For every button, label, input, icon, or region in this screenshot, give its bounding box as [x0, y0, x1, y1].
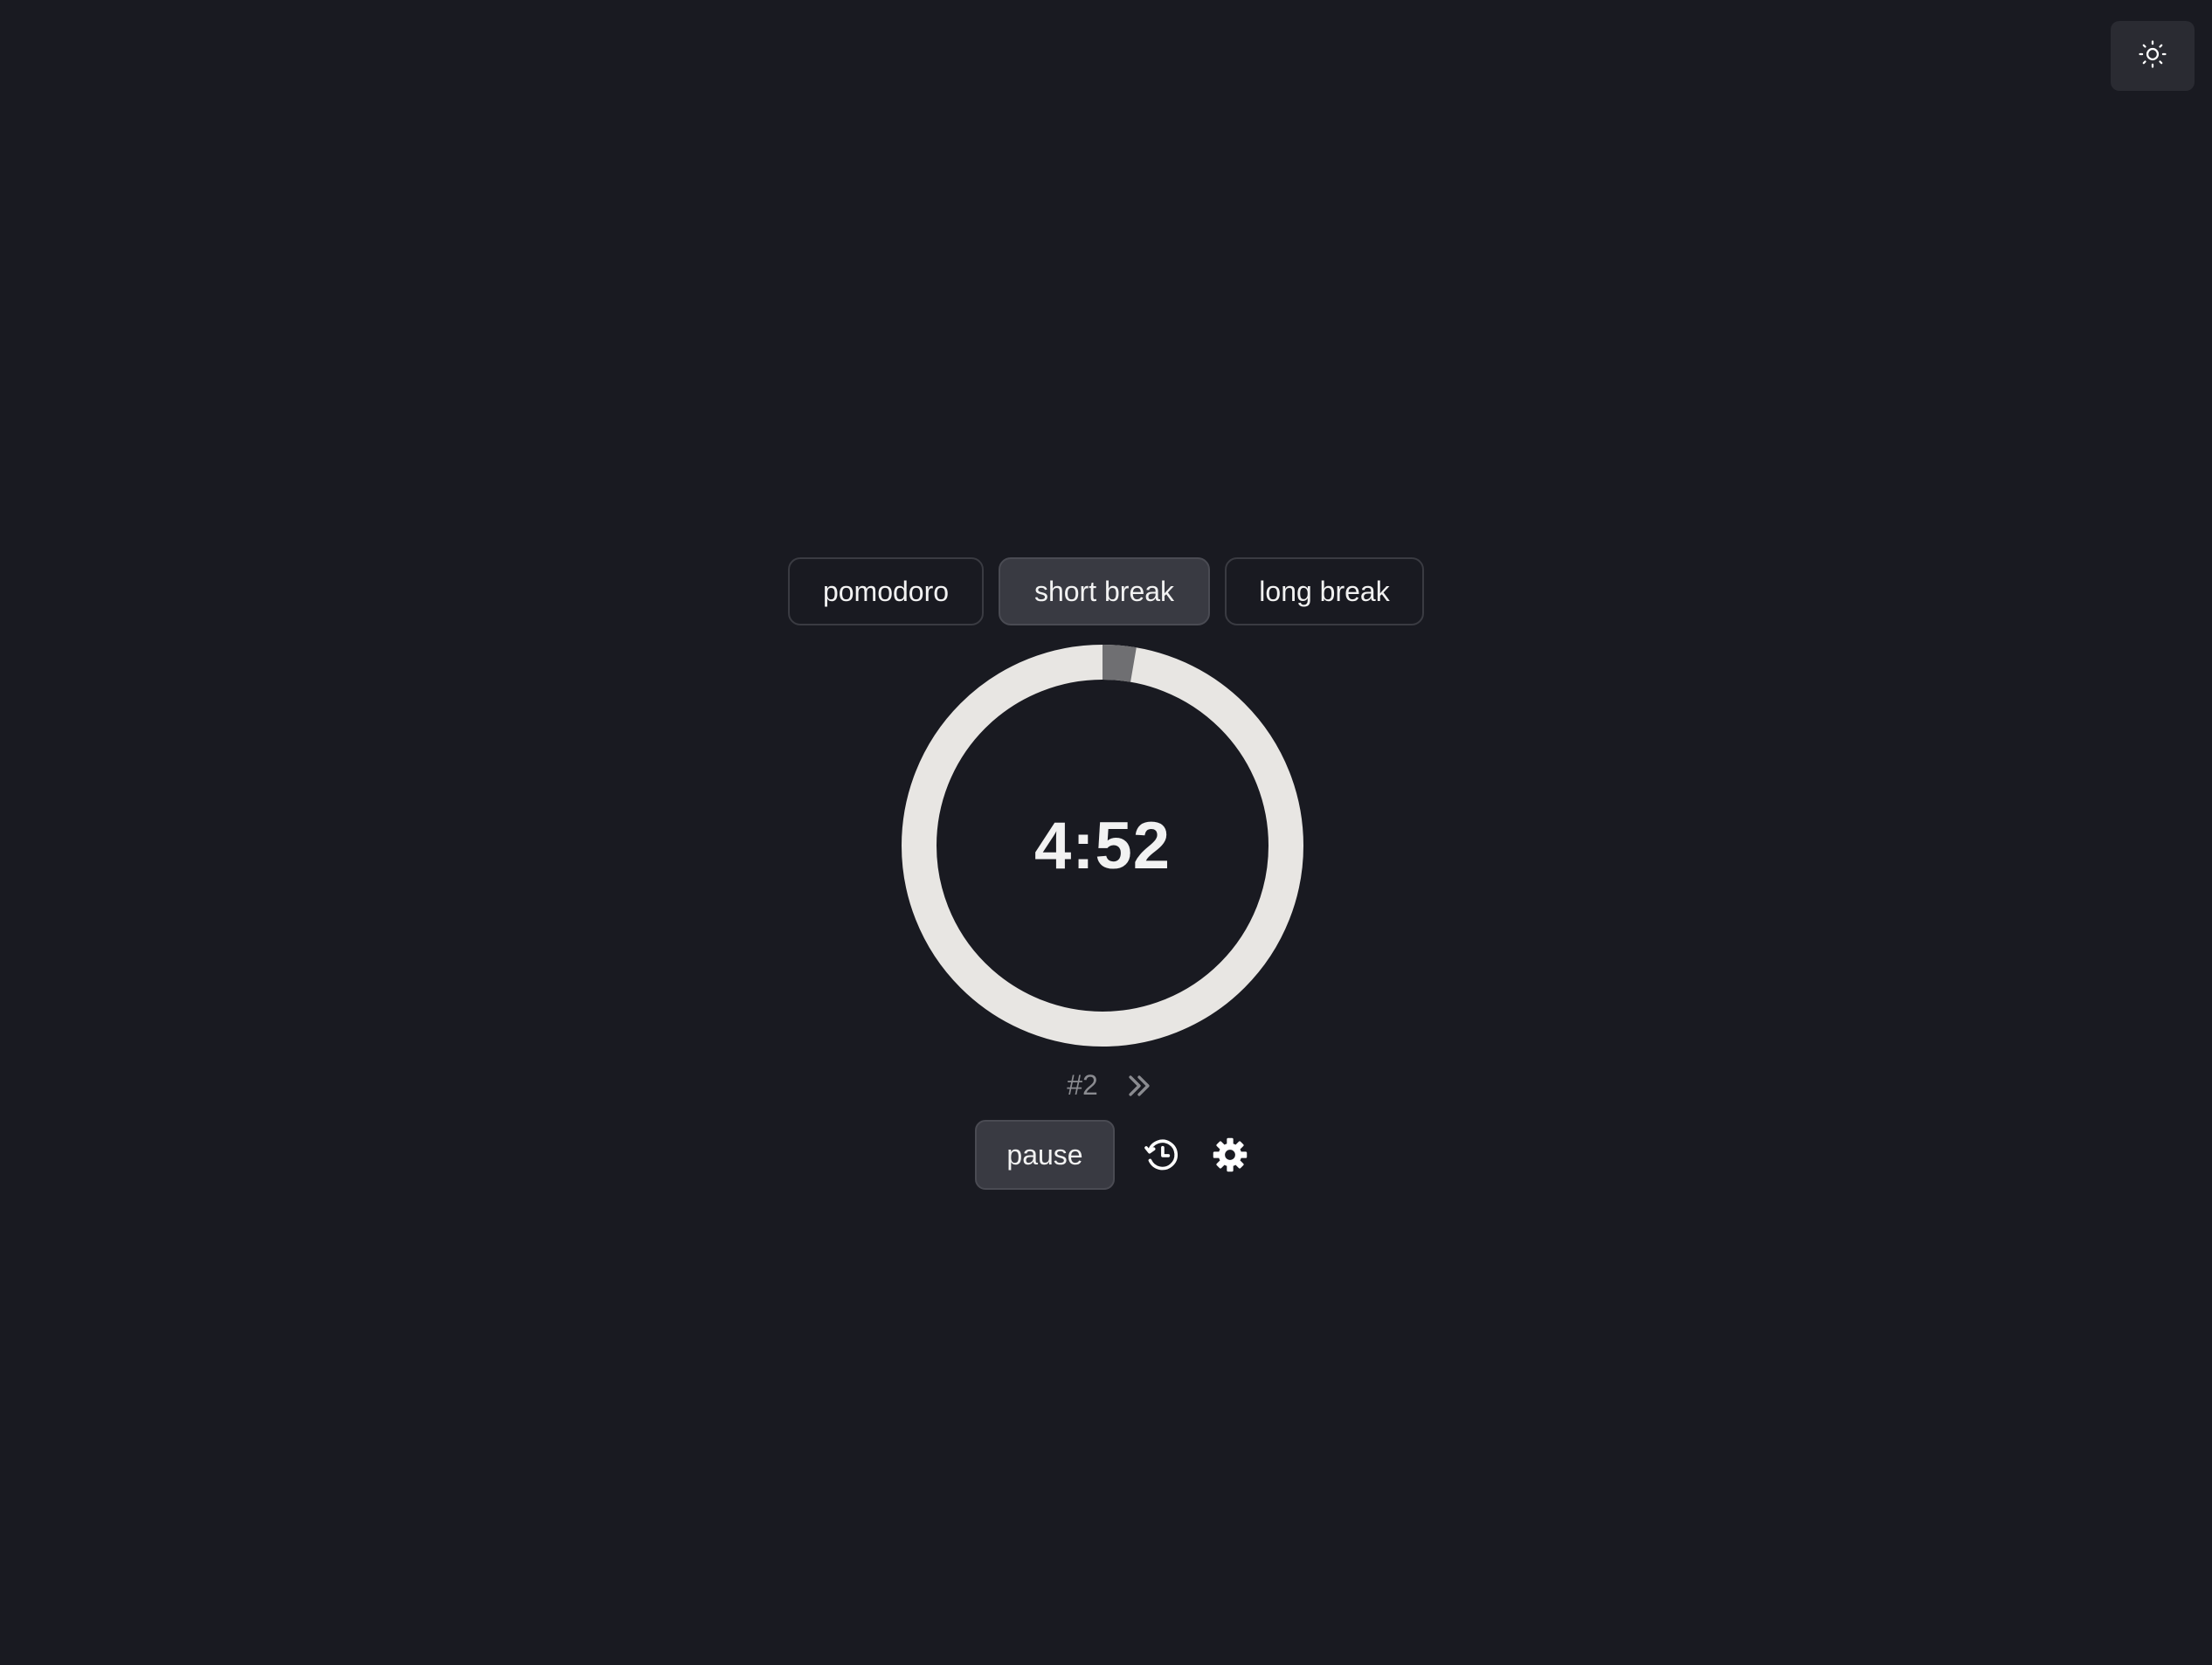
mode-tabs: pomodoro short break long break — [0, 557, 2212, 625]
session-count: #2 — [1067, 1069, 1098, 1101]
tab-short-break[interactable]: short break — [999, 557, 1210, 625]
timer-display: 4:52 — [1033, 808, 1172, 883]
pause-button[interactable]: pause — [975, 1120, 1115, 1190]
theme-toggle-button[interactable] — [2111, 21, 2195, 91]
sun-icon — [2138, 39, 2167, 73]
tab-pomodoro[interactable]: pomodoro — [788, 557, 984, 625]
tab-long-break[interactable]: long break — [1225, 557, 1424, 625]
controls: pause — [0, 1120, 2212, 1190]
history-icon[interactable] — [1141, 1134, 1183, 1176]
gear-icon[interactable] — [1209, 1134, 1251, 1176]
timer-ring: 4:52 — [902, 645, 1303, 1047]
session-row: #2 — [0, 1069, 2212, 1102]
double-chevron-right-icon[interactable] — [1124, 1071, 1154, 1101]
pomodoro-app: pomodoro short break long break 4:52 #2 … — [0, 0, 2212, 1665]
